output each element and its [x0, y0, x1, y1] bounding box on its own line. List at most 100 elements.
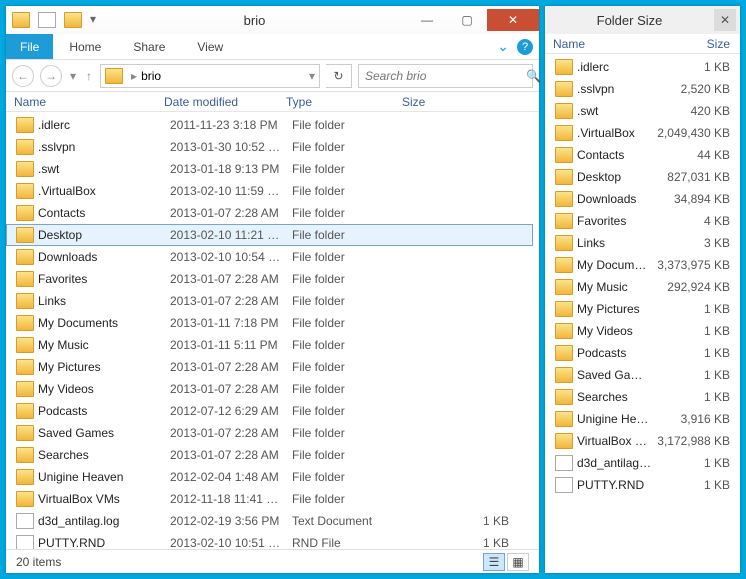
folder-icon	[555, 147, 573, 163]
history-dropdown-icon[interactable]: ▾	[68, 69, 78, 83]
table-row[interactable]: VirtualBox VMs3,172,988 KB	[545, 430, 740, 452]
table-row[interactable]: Links2013-01-07 2:28 AMFile folder	[6, 290, 539, 312]
maximize-button[interactable]: ▢	[447, 9, 487, 31]
view-details-button[interactable]: ☰	[483, 553, 505, 571]
file-tab[interactable]: File	[6, 34, 53, 59]
side-close-button[interactable]: ✕	[714, 9, 736, 31]
table-row[interactable]: Favorites4 KB	[545, 210, 740, 232]
table-row[interactable]: Favorites2013-01-07 2:28 AMFile folder	[6, 268, 539, 290]
ribbon: File Home Share View ⌄ ?	[6, 34, 539, 60]
item-name: My Music	[38, 338, 170, 352]
ribbon-expand-icon[interactable]: ⌄	[489, 38, 517, 55]
item-name: .VirtualBox	[38, 184, 170, 198]
table-row[interactable]: d3d_antilag.log2012-02-19 3:56 PMText Do…	[6, 510, 539, 532]
minimize-button[interactable]: —	[407, 9, 447, 31]
table-row[interactable]: .VirtualBox2013-02-10 11:59 …File folder	[6, 180, 539, 202]
table-row[interactable]: Downloads2013-02-10 10:54 …File folder	[6, 246, 539, 268]
folder-icon	[16, 183, 34, 199]
item-date: 2013-01-07 2:28 AM	[170, 294, 292, 308]
search-icon[interactable]: 🔍	[526, 69, 541, 83]
folder-icon	[16, 491, 34, 507]
table-row[interactable]: Podcasts2012-07-12 6:29 AMFile folder	[6, 400, 539, 422]
tab-view[interactable]: View	[181, 40, 239, 54]
table-row[interactable]: Contacts44 KB	[545, 144, 740, 166]
folder-icon	[555, 235, 573, 251]
search-box[interactable]: 🔍	[358, 64, 533, 88]
item-type: File folder	[292, 426, 408, 440]
table-row[interactable]: My Music292,924 KB	[545, 276, 740, 298]
forward-button[interactable]: →	[40, 65, 62, 87]
table-row[interactable]: Desktop2013-02-10 11:21 …File folder	[6, 224, 533, 246]
qat-properties-icon[interactable]	[38, 12, 56, 28]
up-button[interactable]: ↑	[84, 69, 94, 83]
table-row[interactable]: My Videos1 KB	[545, 320, 740, 342]
table-row[interactable]: Unigine Heaven2012-02-04 1:48 AMFile fol…	[6, 466, 539, 488]
folder-icon	[16, 359, 34, 375]
qat-chevron-icon[interactable]: ▾	[90, 12, 96, 28]
table-row[interactable]: Links3 KB	[545, 232, 740, 254]
refresh-button[interactable]: ↻	[326, 64, 352, 88]
folder-icon	[16, 205, 34, 221]
col-type[interactable]: Type	[278, 95, 394, 109]
address-bar[interactable]: ▸ brio ▾	[100, 64, 320, 88]
folder-icon	[555, 191, 573, 207]
table-row[interactable]: Saved Games2013-01-07 2:28 AMFile folder	[6, 422, 539, 444]
table-row[interactable]: .idlerc2011-11-23 3:18 PMFile folder	[6, 114, 539, 136]
title-bar[interactable]: ▾ brio — ▢ ✕	[6, 6, 539, 34]
table-row[interactable]: .swt2013-01-18 9:13 PMFile folder	[6, 158, 539, 180]
col-date[interactable]: Date modified	[156, 95, 278, 109]
table-row[interactable]: d3d_antilag.log1 KB	[545, 452, 740, 474]
item-date: 2012-02-19 3:56 PM	[170, 514, 292, 528]
table-row[interactable]: .idlerc1 KB	[545, 56, 740, 78]
table-row[interactable]: .swt420 KB	[545, 100, 740, 122]
table-row[interactable]: Contacts2013-01-07 2:28 AMFile folder	[6, 202, 539, 224]
view-icons-button[interactable]: ▦	[507, 553, 529, 571]
search-input[interactable]	[365, 69, 522, 83]
table-row[interactable]: Searches1 KB	[545, 386, 740, 408]
folder-icon	[555, 323, 573, 339]
table-row[interactable]: .VirtualBox2,049,430 KB	[545, 122, 740, 144]
side-title-bar[interactable]: Folder Size ✕	[545, 6, 740, 34]
col-size[interactable]: Size	[394, 95, 539, 109]
close-button[interactable]: ✕	[487, 9, 539, 31]
item-type: File folder	[292, 316, 408, 330]
col-name[interactable]: Name	[6, 95, 156, 109]
table-row[interactable]: PUTTY.RND2013-02-10 10:51 …RND File1 KB	[6, 532, 539, 549]
item-name: Searches	[38, 448, 170, 462]
breadcrumb-sep-icon[interactable]: ▸	[131, 69, 137, 83]
help-icon[interactable]: ?	[517, 39, 533, 55]
table-row[interactable]: My Videos2013-01-07 2:28 AMFile folder	[6, 378, 539, 400]
side-col-name[interactable]: Name	[545, 37, 652, 51]
item-size: 2,049,430 KB	[652, 126, 740, 140]
side-col-size[interactable]: Size	[652, 37, 740, 51]
table-row[interactable]: Desktop827,031 KB	[545, 166, 740, 188]
table-row[interactable]: My Documents2013-01-11 7:18 PMFile folde…	[6, 312, 539, 334]
file-list[interactable]: .idlerc2011-11-23 3:18 PMFile folder.ssl…	[6, 112, 539, 549]
back-button[interactable]: ←	[12, 65, 34, 87]
tab-home[interactable]: Home	[53, 40, 117, 54]
item-type: File folder	[292, 228, 408, 242]
item-type: Text Document	[292, 514, 408, 528]
folder-icon	[555, 125, 573, 141]
side-column-headers: Name Size	[545, 34, 740, 54]
qat-newfolder-icon[interactable]	[64, 12, 82, 28]
table-row[interactable]: Saved Games1 KB	[545, 364, 740, 386]
breadcrumb-path[interactable]: brio	[141, 69, 161, 83]
table-row[interactable]: My Pictures1 KB	[545, 298, 740, 320]
tab-share[interactable]: Share	[117, 40, 181, 54]
table-row[interactable]: Downloads34,894 KB	[545, 188, 740, 210]
table-row[interactable]: My Documents3,373,975 KB	[545, 254, 740, 276]
folder-icon	[16, 227, 34, 243]
table-row[interactable]: My Music2013-01-11 5:11 PMFile folder	[6, 334, 539, 356]
table-row[interactable]: Searches2013-01-07 2:28 AMFile folder	[6, 444, 539, 466]
table-row[interactable]: Unigine Heaven3,916 KB	[545, 408, 740, 430]
table-row[interactable]: My Pictures2013-01-07 2:28 AMFile folder	[6, 356, 539, 378]
table-row[interactable]: Podcasts1 KB	[545, 342, 740, 364]
table-row[interactable]: .sslvpn2013-01-30 10:52 …File folder	[6, 136, 539, 158]
address-dropdown-icon[interactable]: ▾	[309, 69, 315, 83]
side-file-list[interactable]: .idlerc1 KB.sslvpn2,520 KB.swt420 KB.Vir…	[545, 54, 740, 573]
table-row[interactable]: VirtualBox VMs2012-11-18 11:41 …File fol…	[6, 488, 539, 510]
item-date: 2012-02-04 1:48 AM	[170, 470, 292, 484]
table-row[interactable]: .sslvpn2,520 KB	[545, 78, 740, 100]
table-row[interactable]: PUTTY.RND1 KB	[545, 474, 740, 496]
